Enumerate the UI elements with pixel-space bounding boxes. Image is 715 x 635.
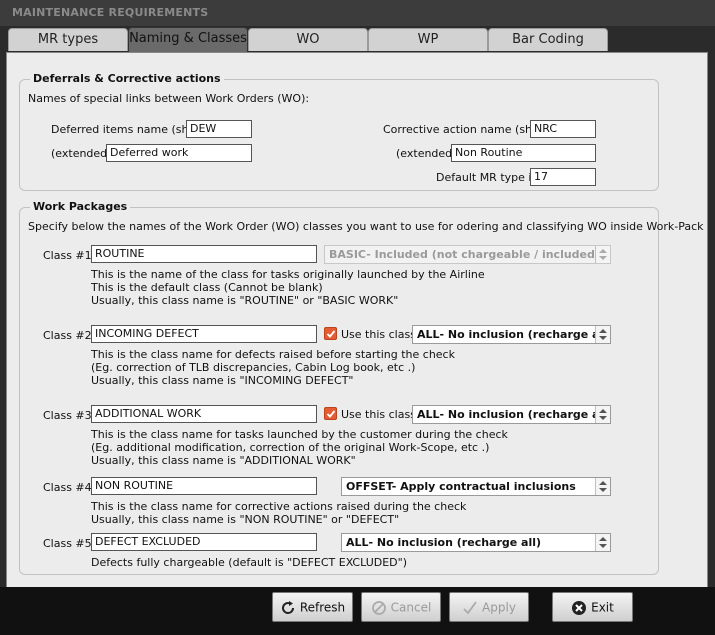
class-2-inclusion-value: ALL- No inclusion (recharge all)	[417, 328, 611, 341]
spinner-icon[interactable]	[595, 534, 610, 551]
title-bar: MAINTENANCE REQUIREMENTS	[0, 0, 715, 26]
deferred-ext-label: (extended)	[51, 147, 112, 160]
tab-naming-classes[interactable]: Naming & Classes	[128, 27, 248, 52]
spinner-icon[interactable]	[595, 406, 610, 423]
class-1-label: Class #1	[43, 249, 92, 262]
work-packages-legend: Work Packages	[30, 200, 131, 213]
class-2-inclusion-select[interactable]: ALL- No inclusion (recharge all)	[412, 325, 611, 344]
cancel-icon	[371, 600, 386, 615]
class-5-label: Class #5	[43, 537, 92, 550]
tab-wp[interactable]: WP	[368, 28, 488, 51]
class-4-desc-1: This is the class name for corrective ac…	[91, 500, 467, 513]
deferred-short-input[interactable]: DEW	[186, 120, 252, 138]
exit-label: Exit	[591, 600, 614, 615]
corrective-short-label: Corrective action name (short)	[383, 123, 552, 136]
naming-classes-panel: Deferrals & Corrective actions Names of …	[6, 52, 708, 588]
class-2-label: Class #2	[43, 329, 92, 342]
checkmark-icon	[326, 330, 336, 338]
class-3-use-label: Use this class	[341, 408, 416, 421]
refresh-button[interactable]: Refresh	[272, 592, 353, 622]
class-3-desc-1: This is the class name for tasks launche…	[91, 428, 508, 441]
class-1-inclusion-select: BASIC- Included (not chargeable / includ…	[324, 245, 611, 264]
class-4-input[interactable]: NON ROUTINE	[91, 477, 317, 495]
corrective-short-input[interactable]: NRC	[530, 120, 596, 138]
close-icon	[572, 600, 587, 615]
apply-button[interactable]: Apply	[449, 592, 529, 622]
spinner-icon	[595, 246, 610, 263]
class-2-use-label: Use this class	[341, 328, 416, 341]
class-5-desc-1: Defects fully chargeable (default is "DE…	[91, 556, 407, 569]
class-3-desc-3: Usually, this class name is "ADDITIONAL …	[91, 454, 356, 467]
class-3-use-checkbox[interactable]	[324, 407, 337, 420]
refresh-icon	[281, 600, 294, 614]
class-5-input[interactable]: DEFECT EXCLUDED	[91, 533, 317, 551]
tab-bar-coding[interactable]: Bar Coding	[488, 28, 608, 51]
class-4-inclusion-select[interactable]: OFFSET- Apply contractual inclusions	[341, 477, 611, 496]
deferred-ext-input[interactable]: Deferred work	[106, 144, 252, 162]
cancel-label: Cancel	[390, 600, 432, 615]
class-2-desc-3: Usually, this class name is "INCOMING DE…	[91, 374, 354, 387]
checkmark-icon	[326, 410, 336, 418]
class-1-desc-3: Usually, this class name is "ROUTINE" or…	[91, 294, 399, 307]
tab-mr-types[interactable]: MR types	[8, 28, 128, 51]
deferrals-group: Deferrals & Corrective actions Names of …	[19, 72, 659, 191]
work-packages-intro: Specify below the names of the Work Orde…	[28, 220, 704, 233]
corrective-ext-input[interactable]: Non Routine	[451, 144, 596, 162]
default-mr-label: Default MR type id	[436, 171, 539, 184]
class-4-label: Class #4	[43, 481, 92, 494]
spinner-icon[interactable]	[595, 478, 610, 495]
apply-label: Apply	[482, 600, 516, 615]
corrective-ext-label: (extended)	[396, 147, 457, 160]
spinner-icon[interactable]	[595, 326, 610, 343]
refresh-label: Refresh	[299, 600, 346, 615]
class-1-inclusion-value: BASIC- Included (not chargeable / includ…	[329, 248, 600, 261]
class-4-inclusion-value: OFFSET- Apply contractual inclusions	[346, 480, 576, 493]
work-packages-group: Work Packages Specify below the names of…	[19, 200, 704, 575]
class-2-desc-2: (Eg. correction of TLB discrepancies, Ca…	[91, 361, 416, 374]
window-title: MAINTENANCE REQUIREMENTS	[12, 6, 209, 19]
exit-button[interactable]: Exit	[552, 592, 633, 622]
class-1-input[interactable]: ROUTINE	[91, 245, 317, 263]
class-3-inclusion-value: ALL- No inclusion (recharge all)	[417, 408, 611, 421]
class-4-desc-2: Usually, this class name is "NON ROUTINE…	[91, 513, 400, 526]
default-mr-input[interactable]: 17	[530, 168, 596, 186]
class-3-input[interactable]: ADDITIONAL WORK	[91, 405, 317, 423]
deferrals-legend: Deferrals & Corrective actions	[30, 72, 224, 85]
tab-wo[interactable]: WO	[248, 28, 368, 51]
class-1-desc-2: This is the default class (Cannot be bla…	[91, 281, 323, 294]
class-5-inclusion-select[interactable]: ALL- No inclusion (recharge all)	[341, 533, 611, 552]
cancel-button[interactable]: Cancel	[361, 592, 441, 622]
class-3-desc-2: (Eg. additional modification, correction…	[91, 441, 490, 454]
deferrals-intro: Names of special links between Work Orde…	[28, 92, 310, 105]
checkmark-icon	[463, 600, 477, 614]
class-2-use-checkbox[interactable]	[324, 327, 337, 340]
class-3-inclusion-select[interactable]: ALL- No inclusion (recharge all)	[412, 405, 611, 424]
class-5-inclusion-value: ALL- No inclusion (recharge all)	[346, 536, 542, 549]
class-2-desc-1: This is the class name for defects raise…	[91, 348, 455, 361]
class-2-input[interactable]: INCOMING DEFECT	[91, 325, 317, 343]
class-3-label: Class #3	[43, 409, 92, 422]
app-window: MAINTENANCE REQUIREMENTS MR types Naming…	[0, 0, 715, 635]
deferred-short-label: Deferred items name (short)	[51, 123, 209, 136]
class-1-desc-1: This is the name of the class for tasks …	[91, 268, 485, 281]
